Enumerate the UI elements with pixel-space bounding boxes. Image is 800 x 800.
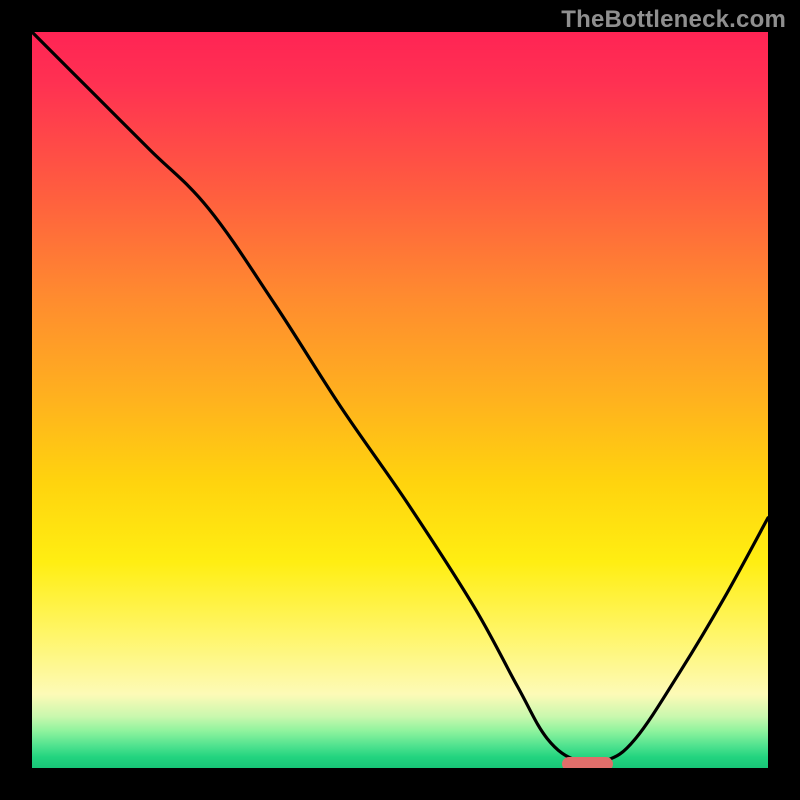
curve-path xyxy=(32,32,768,764)
minimum-marker xyxy=(562,757,614,768)
plot-area xyxy=(32,32,768,768)
watermark-label: TheBottleneck.com xyxy=(561,6,786,34)
bottleneck-curve xyxy=(32,32,768,768)
chart-frame: TheBottleneck.com xyxy=(0,0,800,800)
